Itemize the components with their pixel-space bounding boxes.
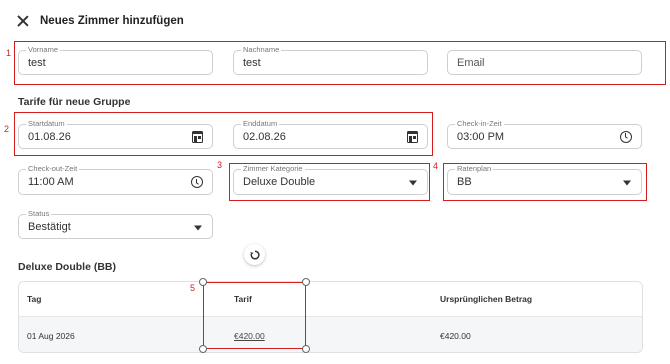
row-day: 01 Aug 2026 xyxy=(27,330,75,341)
firstname-field[interactable]: Vorname test xyxy=(18,45,213,75)
annotation-number-1: 1 xyxy=(6,48,12,58)
annotation-number-5: 5 xyxy=(190,283,196,293)
rate-table-title: Deluxe Double (BB) xyxy=(18,261,117,273)
room-category-value: Deluxe Double xyxy=(243,176,316,188)
resize-handle[interactable] xyxy=(302,278,310,286)
chevron-down-icon[interactable] xyxy=(409,180,417,186)
checkout-time-value: 11:00 AM xyxy=(28,176,74,188)
checkin-time-field[interactable]: Check-in-Zeit 03:00 PM xyxy=(447,119,642,149)
start-date-field[interactable]: Startdatum 01.08.26 xyxy=(18,119,213,149)
end-date-label: Enddatum xyxy=(241,119,280,129)
table-header-row: Tag Tarif Ursprünglichen Betrag xyxy=(19,282,642,317)
rate-table: Tag Tarif Ursprünglichen Betrag 01 Aug 2… xyxy=(18,281,643,353)
clock-icon[interactable] xyxy=(191,176,203,188)
start-date-value: 01.08.26 xyxy=(28,130,71,143)
calendar-icon[interactable] xyxy=(192,130,203,143)
firstname-value: test xyxy=(28,56,46,69)
close-icon[interactable] xyxy=(17,15,29,27)
checkout-time-label: Check-out-Zeit xyxy=(26,164,80,174)
clock-icon[interactable] xyxy=(620,130,632,143)
resize-handle[interactable] xyxy=(302,345,310,353)
lastname-field[interactable]: Nachname test xyxy=(233,45,428,75)
lastname-value: test xyxy=(243,56,261,69)
rotate-icon xyxy=(249,249,260,259)
dialog-title: Neues Zimmer hinzufügen xyxy=(40,15,184,27)
checkin-time-value: 03:00 PM xyxy=(457,130,505,143)
row-original-amount: €420.00 xyxy=(440,330,471,341)
annotation-number-3: 3 xyxy=(217,160,223,170)
annotation-number-2: 2 xyxy=(4,124,10,134)
chevron-down-icon[interactable] xyxy=(194,225,202,230)
rate-plan-label: Ratenplan xyxy=(455,164,494,174)
email-field[interactable]: Email xyxy=(447,50,642,75)
annotation-number-4: 4 xyxy=(433,161,439,171)
rate-plan-value: BB xyxy=(457,176,472,188)
room-category-select[interactable]: Zimmer Kategorie Deluxe Double xyxy=(233,164,428,195)
resize-handle[interactable] xyxy=(199,278,207,286)
column-header-rate: Tarif xyxy=(234,294,252,304)
status-label: Status xyxy=(26,209,52,219)
status-value: Bestätigt xyxy=(28,220,71,233)
column-header-original-amount: Ursprünglichen Betrag xyxy=(440,294,533,304)
row-rate-link[interactable]: €420.00 xyxy=(234,331,265,341)
start-date-label: Startdatum xyxy=(26,119,67,129)
email-placeholder: Email xyxy=(457,56,485,69)
rate-plan-select[interactable]: Ratenplan BB xyxy=(447,164,642,195)
rotate-handle[interactable] xyxy=(244,244,265,265)
status-select[interactable]: Status Bestätigt xyxy=(18,209,213,239)
chevron-down-icon[interactable] xyxy=(623,180,631,186)
column-header-day: Tag xyxy=(27,294,42,304)
end-date-field[interactable]: Enddatum 02.08.26 xyxy=(233,119,428,149)
checkin-time-label: Check-in-Zeit xyxy=(455,119,504,129)
checkout-time-field[interactable]: Check-out-Zeit 11:00 AM xyxy=(18,164,213,195)
lastname-label: Nachname xyxy=(241,45,282,55)
calendar-icon[interactable] xyxy=(407,130,418,143)
resize-handle[interactable] xyxy=(199,345,207,353)
table-row: 01 Aug 2026 €420.00 €420.00 xyxy=(19,317,642,352)
room-category-label: Zimmer Kategorie xyxy=(241,164,305,174)
firstname-label: Vorname xyxy=(26,45,61,55)
dialog-header: Neues Zimmer hinzufügen xyxy=(17,12,184,30)
end-date-value: 02.08.26 xyxy=(243,130,286,143)
rates-section-title: Tarife für neue Gruppe xyxy=(18,96,131,108)
